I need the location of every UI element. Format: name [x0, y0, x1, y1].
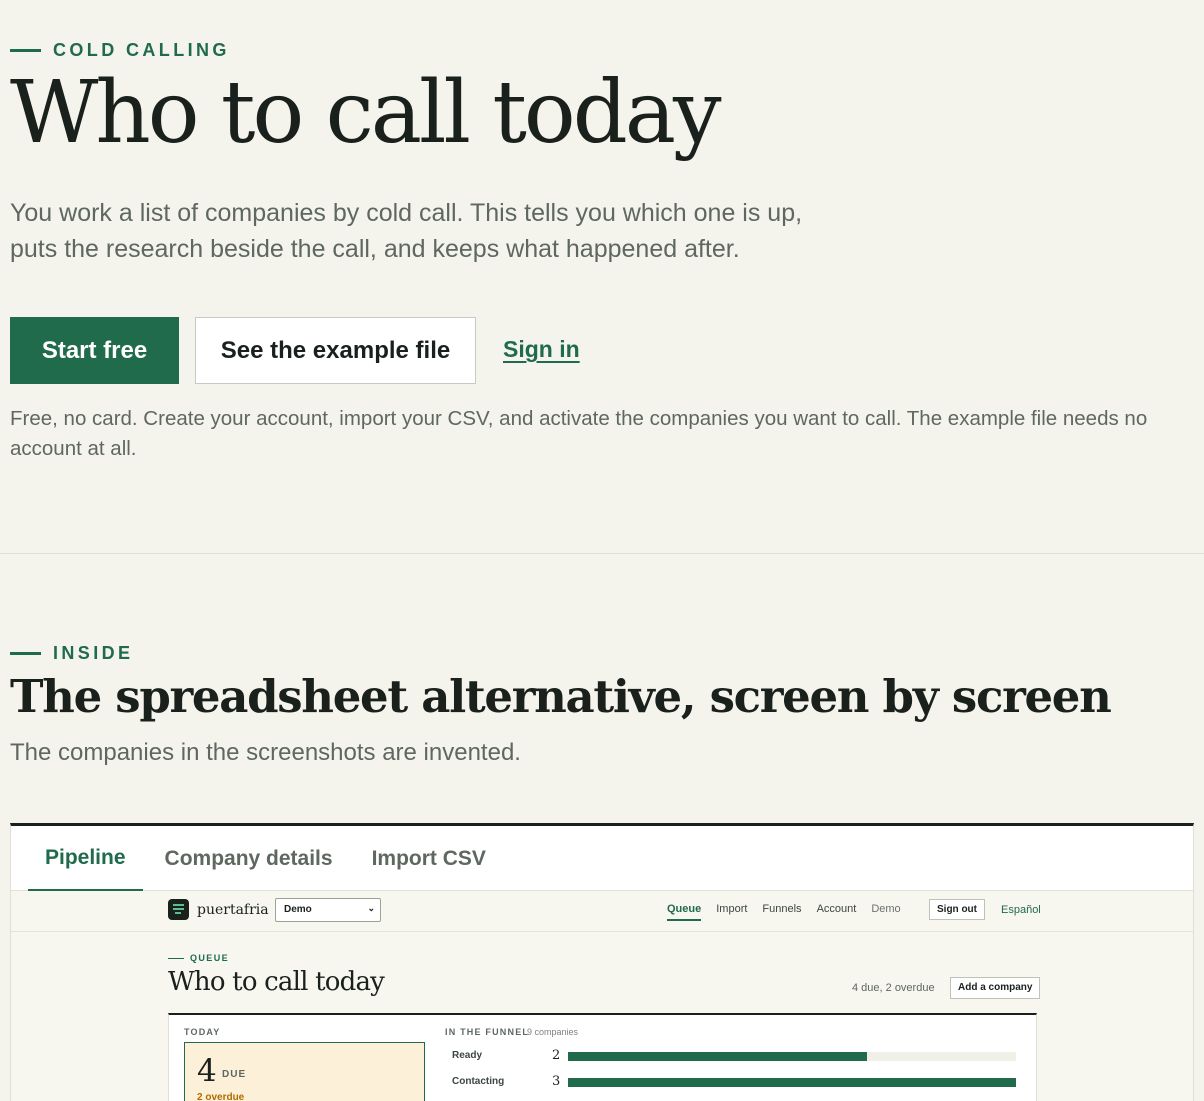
funnel-count: 9 companies	[527, 1027, 579, 1037]
hero-eyebrow-label: COLD CALLING	[53, 40, 230, 60]
section-title: The spreadsheet alternative, screen by s…	[10, 670, 1112, 723]
tab-company-details[interactable]: Company details	[148, 826, 350, 891]
queue-eyebrow: QUEUE	[168, 953, 229, 963]
hero-subtitle: You work a list of companies by cold cal…	[10, 199, 803, 263]
today-card[interactable]: 4 DUE 2 overdue	[184, 1042, 425, 1101]
tab-import-csv[interactable]: Import CSV	[355, 826, 503, 891]
nav-demo-label: Demo	[871, 903, 901, 915]
queue-eyebrow-label: QUEUE	[190, 953, 230, 963]
hero-note: Free, no card. Create your account, impo…	[10, 407, 1148, 460]
workspace-select[interactable]: Demo ⌄	[275, 898, 381, 922]
today-due-label: DUE	[222, 1069, 247, 1080]
chevron-down-icon: ⌄	[367, 903, 375, 913]
tab-pipeline[interactable]: Pipeline	[28, 826, 143, 891]
nav-funnels[interactable]: Funnels	[762, 903, 801, 921]
screenshot-viewer: Pipeline Company details Import CSV puer…	[10, 823, 1194, 1101]
inside-eyebrow-label: INSIDE	[53, 643, 134, 663]
language-link[interactable]: Español	[1001, 904, 1041, 916]
funnel-row-label: Ready	[452, 1050, 483, 1061]
eyebrow-dash	[10, 49, 41, 52]
funnel-label: IN THE FUNNEL	[445, 1027, 530, 1037]
today-label: TODAY	[184, 1027, 221, 1037]
app-nav-links: Queue Import Funnels Account Demo	[667, 903, 916, 921]
hero-title: Who to call today	[10, 63, 722, 163]
inside-eyebrow: INSIDE	[10, 643, 133, 664]
door-logo-icon	[168, 899, 189, 920]
screenshot-tabs: Pipeline Company details Import CSV	[11, 826, 1193, 891]
funnel-row[interactable]: Contacting 3	[452, 1074, 1018, 1090]
hero-eyebrow: COLD CALLING	[10, 40, 230, 61]
nav-account[interactable]: Account	[817, 903, 857, 921]
funnel-row-count: 2	[552, 1048, 561, 1063]
funnel-bar-fill	[568, 1078, 1016, 1087]
nav-queue[interactable]: Queue	[667, 903, 702, 921]
funnel-row-label: Contacting	[452, 1076, 505, 1087]
start-free-button[interactable]: Start free	[10, 317, 179, 384]
section-subtitle: The companies in the screenshots are inv…	[10, 739, 521, 766]
sign-in-link[interactable]: Sign in	[503, 336, 580, 363]
app-navbar: puertafria Demo ⌄ Queue Import Funnels A…	[11, 891, 1193, 932]
sign-out-button[interactable]: Sign out	[929, 899, 985, 920]
funnel-row-count: 3	[552, 1074, 561, 1089]
funnel-row[interactable]: Ready 2	[452, 1048, 1018, 1064]
see-example-file-button[interactable]: See the example file	[195, 317, 476, 384]
brand-name: puertafria	[197, 902, 269, 918]
eyebrow-dash	[168, 957, 184, 959]
funnel-bar-fill	[568, 1052, 867, 1061]
workspace-select-value: Demo	[284, 904, 312, 915]
nav-import[interactable]: Import	[716, 903, 747, 921]
queue-title: Who to call today	[168, 967, 385, 997]
today-overdue: 2 overdue	[197, 1092, 245, 1101]
due-summary: 4 due, 2 overdue	[852, 982, 935, 994]
queue-panel: TODAY 4 DUE 2 overdue IN THE FUNNEL 9 co…	[168, 1013, 1037, 1101]
add-company-button[interactable]: Add a company	[950, 977, 1041, 999]
eyebrow-dash	[10, 652, 41, 655]
funnel-bar-track	[568, 1052, 1016, 1061]
section-divider	[0, 553, 1204, 554]
funnel-bar-track	[568, 1078, 1016, 1087]
today-due-count: 4	[197, 1053, 217, 1089]
